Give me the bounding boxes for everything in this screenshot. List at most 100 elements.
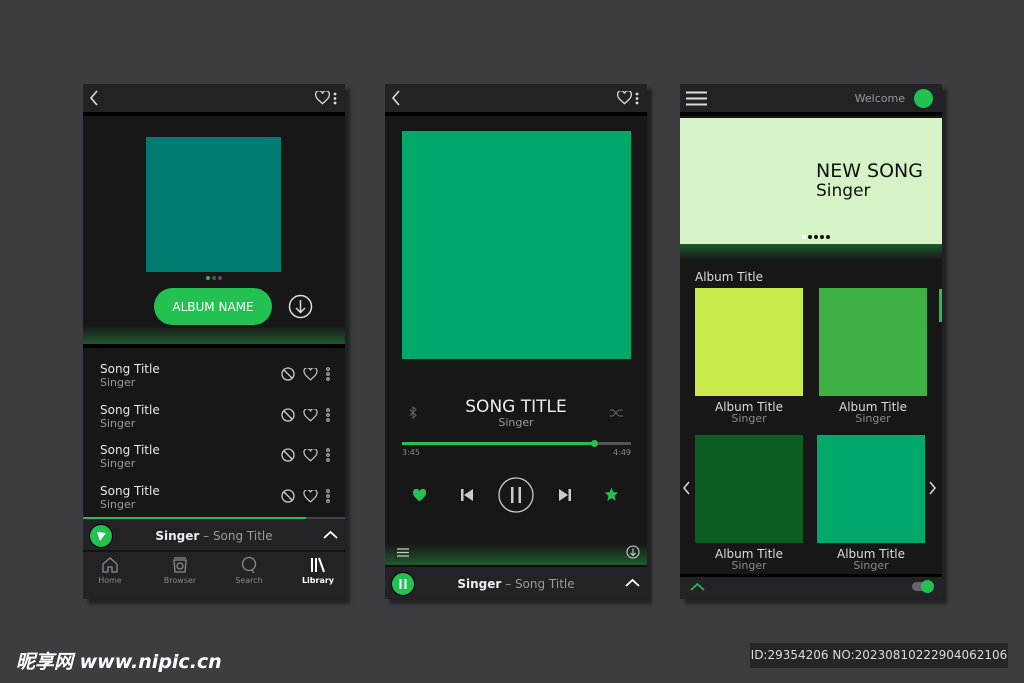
mini-player[interactable]: Singer – Song Title [83, 519, 345, 553]
skip-back-icon[interactable] [460, 488, 474, 502]
banner-pager[interactable] [802, 235, 830, 239]
song-singer: Singer [100, 376, 136, 389]
chevron-left-icon[interactable] [390, 90, 402, 106]
watermark-id: ID:29354206 NO:20230810222904062106 [750, 643, 1008, 668]
song-row[interactable]: Song Title Singer [83, 476, 345, 514]
album-name-button[interactable]: ALBUM NAME [154, 288, 272, 325]
album-caption: Album Title Singer [819, 400, 927, 425]
cover-pager[interactable] [206, 276, 222, 280]
block-icon[interactable] [281, 448, 295, 462]
pager-dot[interactable] [820, 235, 824, 239]
time-total: 4:49 [613, 448, 631, 457]
progress-slider[interactable] [402, 440, 631, 447]
heart-icon[interactable] [617, 91, 632, 105]
progress-fill [402, 442, 595, 445]
star-icon[interactable] [604, 487, 619, 501]
more-vertical-icon[interactable] [326, 489, 330, 503]
toggle-knob [921, 580, 934, 593]
nav-label: Browser [163, 576, 197, 585]
download-circle-icon[interactable] [626, 545, 640, 559]
album-tile[interactable] [819, 288, 927, 396]
toggle-switch[interactable] [912, 580, 934, 593]
banner-title: NEW SONG [816, 160, 923, 182]
section-glow [385, 543, 647, 565]
download-circle-icon[interactable] [288, 294, 313, 319]
avatar[interactable] [914, 89, 933, 108]
heart-filled-icon[interactable] [412, 489, 427, 502]
browser-icon [173, 557, 187, 573]
heart-icon[interactable] [303, 490, 318, 503]
chevron-left-icon[interactable] [88, 90, 100, 106]
album-caption: Album Title Singer [695, 400, 803, 425]
more-vertical-icon[interactable] [635, 92, 639, 105]
mini-player[interactable]: Singer – Song Title [385, 565, 647, 599]
nav-label: Search [235, 576, 263, 585]
menu-icon[interactable] [397, 548, 409, 557]
pager-dot[interactable] [212, 276, 216, 280]
heart-icon[interactable] [303, 409, 318, 422]
chevron-right-icon[interactable] [928, 481, 937, 495]
bottom-bar [680, 574, 942, 599]
top-bar: Welcome [680, 84, 942, 116]
heart-icon[interactable] [315, 91, 330, 105]
more-vertical-icon[interactable] [326, 367, 330, 381]
pager-dot[interactable] [206, 276, 210, 280]
block-icon[interactable] [281, 367, 295, 381]
more-vertical-icon[interactable] [333, 92, 337, 105]
album-tile[interactable] [817, 435, 925, 543]
progress-knob[interactable] [591, 440, 599, 447]
pager-dot[interactable] [808, 235, 812, 239]
shuffle-icon[interactable] [610, 409, 623, 417]
mini-singer: Singer [457, 577, 502, 591]
player-screen: SONG TITLE Singer 3:45 4:49 Singer – Son… [385, 84, 647, 599]
scrollbar-thumb[interactable] [939, 289, 942, 322]
time-elapsed: 3:45 [402, 448, 420, 457]
album-singer: Singer [855, 412, 891, 425]
skip-forward-icon[interactable] [558, 488, 572, 502]
chevron-up-icon[interactable] [625, 578, 640, 587]
now-playing-label: Singer – Song Title [385, 577, 647, 591]
chevron-up-icon[interactable] [323, 530, 338, 539]
more-vertical-icon[interactable] [326, 448, 330, 462]
album-tile[interactable] [695, 288, 803, 396]
pager-dot[interactable] [814, 235, 818, 239]
featured-banner[interactable]: NEW SONG Singer [680, 118, 942, 244]
song-cover [402, 131, 631, 359]
home-screen: Welcome NEW SONG Singer Album Title Albu… [680, 84, 942, 599]
song-row[interactable]: Song Title Singer [83, 395, 345, 433]
album-singer: Singer [731, 412, 767, 425]
chevron-left-icon[interactable] [682, 481, 691, 495]
chevron-up-icon[interactable] [690, 582, 705, 591]
more-vertical-icon[interactable] [326, 408, 330, 422]
nav-home[interactable]: Home [83, 556, 140, 585]
block-icon[interactable] [281, 489, 295, 503]
song-row[interactable]: Song Title Singer [83, 354, 345, 392]
mini-song: Song Title [514, 577, 575, 591]
heart-icon[interactable] [303, 368, 318, 381]
block-icon[interactable] [281, 408, 295, 422]
album-screen: ALBUM NAME Song Title Singer Song Title … [83, 84, 345, 599]
nav-search[interactable]: Search [219, 556, 279, 585]
separator: – [501, 577, 515, 591]
song-row[interactable]: Song Title Singer [83, 435, 345, 473]
pause-button[interactable] [498, 477, 534, 513]
hamburger-menu-icon[interactable] [686, 91, 707, 106]
album-tile[interactable] [695, 435, 803, 543]
heart-icon[interactable] [303, 449, 318, 462]
pager-dot[interactable] [218, 276, 222, 280]
song-title: Song Title [100, 443, 160, 457]
nav-library[interactable]: Library [288, 556, 345, 585]
album-singer: Singer [731, 559, 767, 572]
top-bar [83, 84, 345, 116]
pager-dot[interactable] [802, 235, 806, 239]
nav-browser[interactable]: Browser [150, 556, 210, 585]
library-icon [311, 557, 325, 573]
top-bar [385, 84, 647, 116]
album-caption: Album Title Singer [817, 547, 925, 572]
now-playing-label: Singer – Song Title [83, 529, 345, 543]
pager-dot[interactable] [826, 235, 830, 239]
song-title: SONG TITLE [465, 397, 567, 417]
song-singer: Singer [498, 416, 534, 429]
song-title: Song Title [100, 403, 160, 417]
separator: – [199, 529, 213, 543]
